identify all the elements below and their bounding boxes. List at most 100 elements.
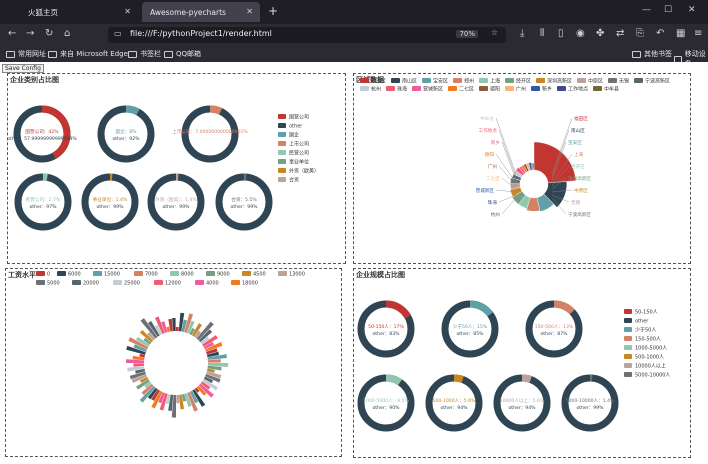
legend-label: 二七区 <box>459 86 474 93</box>
legend-swatch <box>505 78 514 83</box>
legend-swatch <box>479 86 488 91</box>
legend-label: 经开区 <box>516 78 531 85</box>
salary-rose-bar <box>133 363 145 367</box>
legend-swatch <box>278 114 286 119</box>
legend-swatch <box>278 159 286 164</box>
reader-icon[interactable]: ▯ <box>558 28 564 39</box>
close-tab-icon[interactable]: ✕ <box>246 7 253 16</box>
legend-swatch <box>624 372 632 377</box>
legend-label: 10000人以上 <box>635 363 666 370</box>
donut-label: 事业单位：1.4% <box>93 196 128 203</box>
rose-slice <box>532 162 535 171</box>
forward-icon[interactable]: → <box>26 28 34 39</box>
salary-rose-chart: 0 6000 15000 7000 8000 9000 4500 13000 5000 20000… <box>36 271 305 418</box>
legend-label: 中牟县 <box>604 86 619 93</box>
salary-rose-bar <box>176 327 179 332</box>
donut-label: 10000人以上：5.6% <box>500 397 545 404</box>
legend-label: 50-150人 <box>635 310 658 316</box>
donut-segment <box>469 300 494 317</box>
donut-other-label: other：85% <box>456 331 484 337</box>
donut-other-label: other：83% <box>372 331 400 337</box>
extensions-icon[interactable]: ✤ <box>596 28 604 39</box>
salary-panel: 工资水平 0 6000 15000 7000 8000 9000 4500 13000 5000… <box>5 268 342 457</box>
legend-swatch <box>278 132 286 137</box>
download-icon[interactable]: ⤓ <box>520 28 524 39</box>
legend-swatch <box>453 78 462 83</box>
folder-icon <box>632 50 641 58</box>
donut-other-label: other：90% <box>372 405 400 411</box>
legend-swatch <box>154 280 163 285</box>
legend-swatch <box>479 78 488 83</box>
bookmark-item[interactable]: 书签栏 <box>128 49 161 59</box>
new-tab-icon[interactable]: + <box>268 4 278 18</box>
donut-segment <box>553 300 575 315</box>
bookmark-label: 其他书签 <box>644 50 672 58</box>
legend-swatch <box>36 271 45 276</box>
close-tab-icon[interactable]: ✕ <box>124 7 131 16</box>
rose-label: 上海 <box>574 151 584 158</box>
legend-label: 15000 <box>104 272 120 278</box>
donut-label: 国企：8% <box>115 128 137 135</box>
screenshot-icon[interactable]: ⎘ <box>636 28 644 39</box>
folder-icon <box>128 50 137 58</box>
legend-swatch <box>412 86 421 91</box>
minimize-icon[interactable]: — <box>642 5 651 15</box>
bookmark-item[interactable]: QQ邮箱 <box>164 49 201 59</box>
bookmark-item[interactable]: 来自 Microsoft Edge <box>48 49 128 59</box>
legend-label: 150-500人 <box>635 337 661 343</box>
region-rose-chart: 福田区 南山区 宝安区 郑州 上海 经开区 深圳高新区 中原区 无锡 宁波高新区杭州 珠海 营城新区二… <box>360 78 670 218</box>
donut-other-label: other：57.99999999999999% <box>8 136 77 142</box>
sync-icon[interactable]: ⇄ <box>616 28 624 39</box>
rose-label: 珠海 <box>488 199 498 206</box>
donut-segment <box>453 374 464 383</box>
legend-swatch <box>360 86 369 91</box>
rose-label: 工作地点 <box>479 127 498 134</box>
undo-icon[interactable]: ↶ <box>656 28 664 39</box>
legend-label: 18000 <box>242 281 258 287</box>
save-config-button[interactable]: Save Config <box>2 64 44 73</box>
zoom-level[interactable]: 70% <box>456 30 478 38</box>
rose-label: 福田区 <box>574 115 588 122</box>
library-icon[interactable]: ⫴ <box>540 28 544 39</box>
tab-label: Awesome-pyecharts <box>150 7 226 17</box>
bookmark-item[interactable]: 其他书签 <box>632 49 672 59</box>
legend-swatch <box>391 78 400 83</box>
rose-leader-line <box>501 141 517 181</box>
rose-label: 中牟县 <box>480 115 494 122</box>
home-icon[interactable]: ⌂ <box>64 28 70 39</box>
account-icon[interactable]: ◉ <box>576 28 585 39</box>
legend-label: 德阳 <box>490 86 500 93</box>
bookmark-item[interactable]: 常用网址 <box>6 49 46 59</box>
tab-awesome-pyecharts[interactable]: Awesome-pyecharts ✕ <box>142 2 260 22</box>
legend-label: 0 <box>47 272 50 278</box>
legend-label: 宝安区 <box>433 78 448 85</box>
legend-swatch <box>278 177 286 182</box>
address-bar[interactable]: ▭ file:///F:/pythonProject1/render.html … <box>108 27 506 43</box>
donut-segment <box>385 374 403 386</box>
grid-icon[interactable]: ▦ <box>676 28 685 39</box>
legend-swatch <box>36 280 45 285</box>
rose-leader-line <box>498 129 517 178</box>
back-icon[interactable]: ← <box>8 28 16 39</box>
bookmark-label: 常用网址 <box>18 50 46 58</box>
legend-swatch <box>134 271 143 276</box>
rose-label: 宝安区 <box>568 139 582 146</box>
menu-icon[interactable]: ≡ <box>694 28 702 39</box>
reload-icon[interactable]: ↻ <box>45 28 53 39</box>
maximize-icon[interactable]: ☐ <box>664 5 672 15</box>
legend-swatch <box>278 150 286 155</box>
tab-home[interactable]: 火狐主页 ✕ <box>20 2 138 22</box>
close-window-icon[interactable]: ✕ <box>688 5 696 15</box>
legend-swatch <box>93 271 102 276</box>
donut-segment <box>209 105 223 115</box>
legend-label: 新乡 <box>542 86 552 93</box>
legend-label: 4000 <box>206 281 219 287</box>
legend-swatch <box>57 271 66 276</box>
rose-label: 营城新区 <box>476 187 495 194</box>
donut-label: 民营公司：2.7% <box>26 196 61 203</box>
legend-label: 国企 <box>289 132 299 139</box>
legend-label: 4500 <box>253 272 266 278</box>
legend-label: 5000-10000人 <box>635 373 670 379</box>
legend-swatch <box>577 78 586 83</box>
bookmark-star-icon[interactable]: ☆ <box>491 28 498 37</box>
